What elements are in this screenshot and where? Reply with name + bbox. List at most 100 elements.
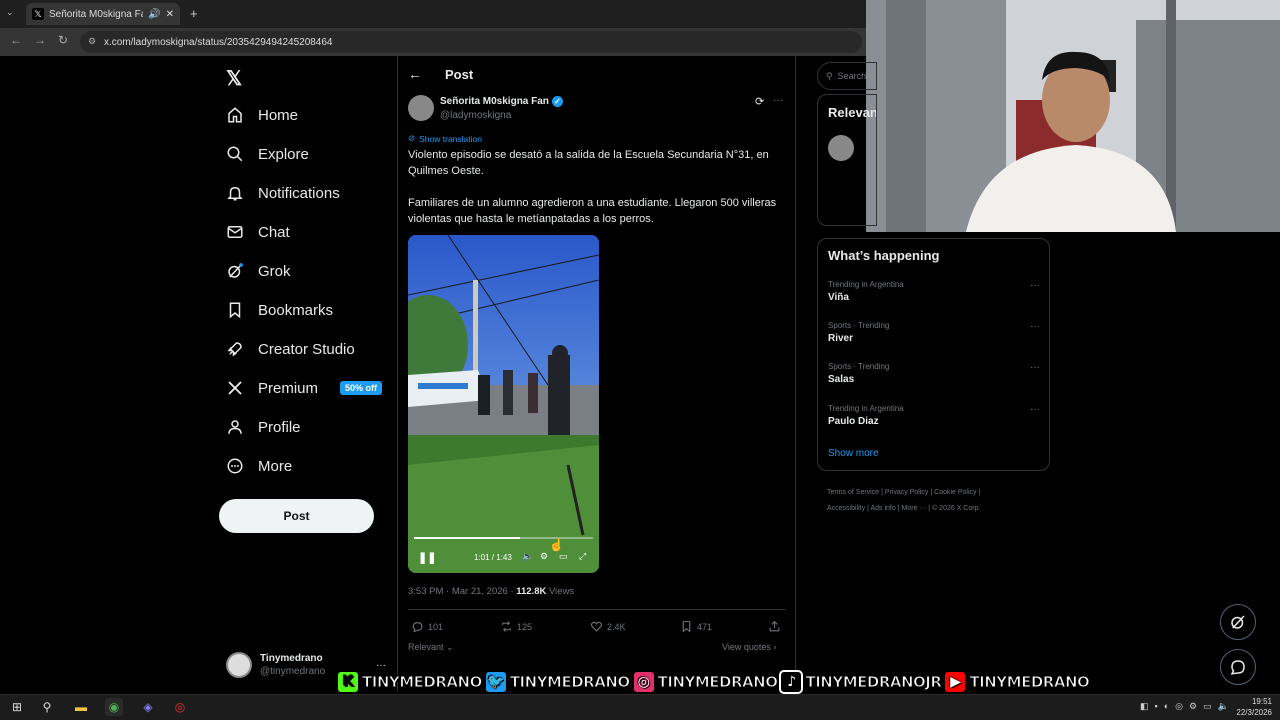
social-handles-overlay: K TINYMEDRANO 🐦 TINYMEDRANO ◎ TINYMEDRAN…: [336, 667, 1090, 697]
nav-creator-studio-label: Creator Studio: [258, 340, 355, 358]
video-progress-track[interactable]: [414, 537, 593, 539]
nav-creator-studio[interactable]: Creator Studio: [226, 340, 355, 358]
close-tab-icon[interactable]: ✕: [166, 9, 174, 20]
nav-home-label: Home: [258, 106, 299, 124]
grok-analyze-icon[interactable]: ⟳: [755, 95, 764, 108]
footer-link[interactable]: Cookie Policy: [934, 489, 976, 496]
file-explorer-icon[interactable]: ▬: [72, 698, 90, 716]
discord-icon[interactable]: ◈: [139, 698, 157, 716]
settings-icon[interactable]: ⚙: [540, 551, 548, 562]
grok-icon: [228, 263, 243, 278]
youtube-handle: ▶ TINYMEDRANO: [943, 670, 1090, 694]
share-button[interactable]: [768, 620, 781, 633]
nav-explore[interactable]: Explore: [226, 145, 309, 163]
chevron-right-icon: ›: [773, 642, 777, 652]
search-placeholder: Search: [837, 71, 867, 81]
system-clock[interactable]: 19:51 22/3/2026: [1236, 696, 1272, 718]
post-more-icon[interactable]: ···: [773, 95, 783, 106]
search-input[interactable]: ⚲ Search: [817, 62, 877, 90]
reload-icon[interactable]: ↻: [58, 33, 68, 47]
tray-icon[interactable]: ◧: [1140, 701, 1155, 711]
like-button[interactable]: 2.4K: [590, 620, 626, 633]
translate-icon: ⊘: [408, 133, 416, 143]
volume-icon[interactable]: 🔈: [522, 551, 533, 562]
youtube-handle-text: TINYMEDRANO: [969, 673, 1090, 692]
footer-link[interactable]: More ···: [901, 505, 926, 512]
footer-link[interactable]: Terms of Service: [827, 489, 879, 496]
windows-start-icon[interactable]: ⊞: [8, 698, 26, 716]
author-name[interactable]: Señorita M0skigna Fan ✓: [440, 96, 563, 107]
repost-button[interactable]: 125: [500, 620, 532, 633]
tiktok-icon: ♪: [779, 670, 804, 694]
reply-button[interactable]: 101: [411, 620, 443, 633]
post-button[interactable]: Post: [219, 499, 374, 533]
tab-list-button[interactable]: ⌄: [6, 7, 20, 21]
pip-icon[interactable]: ▭: [559, 551, 568, 562]
browser-tab[interactable]: 𝕏 Señorita M0skigna Fan on X 🔊 ✕: [26, 3, 180, 25]
author-avatar[interactable]: [408, 95, 434, 121]
repost-count: 125: [517, 621, 533, 632]
footer-link[interactable]: Ads info: [870, 505, 895, 512]
trend-item[interactable]: Trending in Argentina Paulo Diaz ···: [828, 404, 1040, 427]
messages-fab[interactable]: [1220, 649, 1256, 685]
site-info-icon[interactable]: ⚙: [88, 36, 96, 47]
pause-icon[interactable]: ❚❚: [418, 551, 436, 564]
reply-icon: [412, 622, 423, 633]
trend-more-icon[interactable]: ···: [1030, 362, 1040, 373]
relevant-avatar[interactable]: [828, 135, 854, 161]
nav-more-label: More: [258, 457, 293, 475]
x-favicon-icon: 𝕏: [32, 8, 44, 20]
forward-icon[interactable]: →: [34, 33, 46, 47]
new-tab-button[interactable]: +: [190, 6, 198, 21]
taskbar-search-icon[interactable]: ⚲: [38, 698, 56, 716]
trend-more-icon[interactable]: ···: [1030, 280, 1040, 291]
views-label: Views: [546, 586, 575, 597]
tray-icon[interactable]: ◐: [1164, 701, 1175, 711]
volume-tray-icon[interactable]: 🔈: [1218, 701, 1235, 711]
fullscreen-icon[interactable]: ⤢: [579, 551, 586, 562]
post-meta: 3:53 PM · Mar 21, 2026 · 112.8K Views: [408, 586, 574, 597]
bookmark-button[interactable]: 471: [680, 620, 712, 633]
nav-chat[interactable]: Chat: [226, 223, 290, 241]
nav-grok[interactable]: Grok: [226, 262, 291, 280]
video-player[interactable]: ❚❚ 1:01 / 1:43 🔈 ⚙ ▭ ⤢: [408, 235, 599, 573]
show-translation-link[interactable]: ⊘ Show translation: [408, 133, 482, 144]
url-field[interactable]: x.com/ladymoskigna/status/20354294942452…: [80, 31, 862, 53]
nav-more[interactable]: More: [226, 457, 292, 475]
nav-premium[interactable]: Premium 50% off: [226, 379, 383, 397]
footer-link[interactable]: Privacy Policy: [885, 489, 929, 496]
kick-icon: K: [336, 670, 360, 694]
tray-icon[interactable]: ◎: [1175, 701, 1189, 711]
nav-home[interactable]: Home: [226, 106, 298, 124]
trend-item[interactable]: Sports · Trending Salas ···: [828, 362, 1040, 385]
youtube-icon: ▶: [943, 670, 968, 694]
trend-more-icon[interactable]: ···: [1030, 321, 1040, 332]
nav-notifications[interactable]: Notifications: [226, 184, 340, 202]
account-handle: @tinymedrano: [260, 666, 326, 677]
system-tray: ◧▪◐◎⚙▭🔈: [1140, 701, 1235, 712]
bookmark-action-icon: [682, 621, 691, 633]
app-icon[interactable]: ◎: [171, 698, 189, 716]
network-icon[interactable]: ▭: [1203, 701, 1218, 711]
tray-icon[interactable]: ⚙: [1189, 701, 1203, 711]
bookmark-count: 471: [697, 621, 713, 632]
grok-fab[interactable]: [1220, 604, 1256, 640]
back-arrow-icon[interactable]: ←: [408, 66, 422, 82]
author-handle[interactable]: @ladymoskigna: [440, 110, 511, 121]
trend-item[interactable]: Sports · Trending River ···: [828, 321, 1040, 344]
nav-bookmarks[interactable]: Bookmarks: [226, 301, 333, 319]
post-timestamp: 3:53 PM · Mar 21, 2026 ·: [408, 586, 517, 597]
view-quotes-link[interactable]: View quotes ›: [722, 642, 776, 652]
nav-profile[interactable]: Profile: [226, 418, 301, 436]
reply-count: 101: [428, 621, 444, 632]
chrome-icon[interactable]: ◉: [105, 698, 123, 716]
show-more-link[interactable]: Show more: [828, 448, 879, 459]
tray-icon[interactable]: ▪: [1155, 701, 1164, 711]
trend-more-icon[interactable]: ···: [1030, 404, 1040, 415]
back-icon[interactable]: ←: [10, 33, 22, 47]
x-logo-icon[interactable]: 𝕏: [226, 66, 242, 91]
trend-item[interactable]: Trending in Argentina Viña ···: [828, 280, 1040, 303]
sort-relevant-dropdown[interactable]: Relevant ⌄: [408, 642, 454, 653]
footer-link[interactable]: Accessibility: [827, 505, 865, 512]
audio-icon[interactable]: 🔊: [148, 9, 160, 20]
